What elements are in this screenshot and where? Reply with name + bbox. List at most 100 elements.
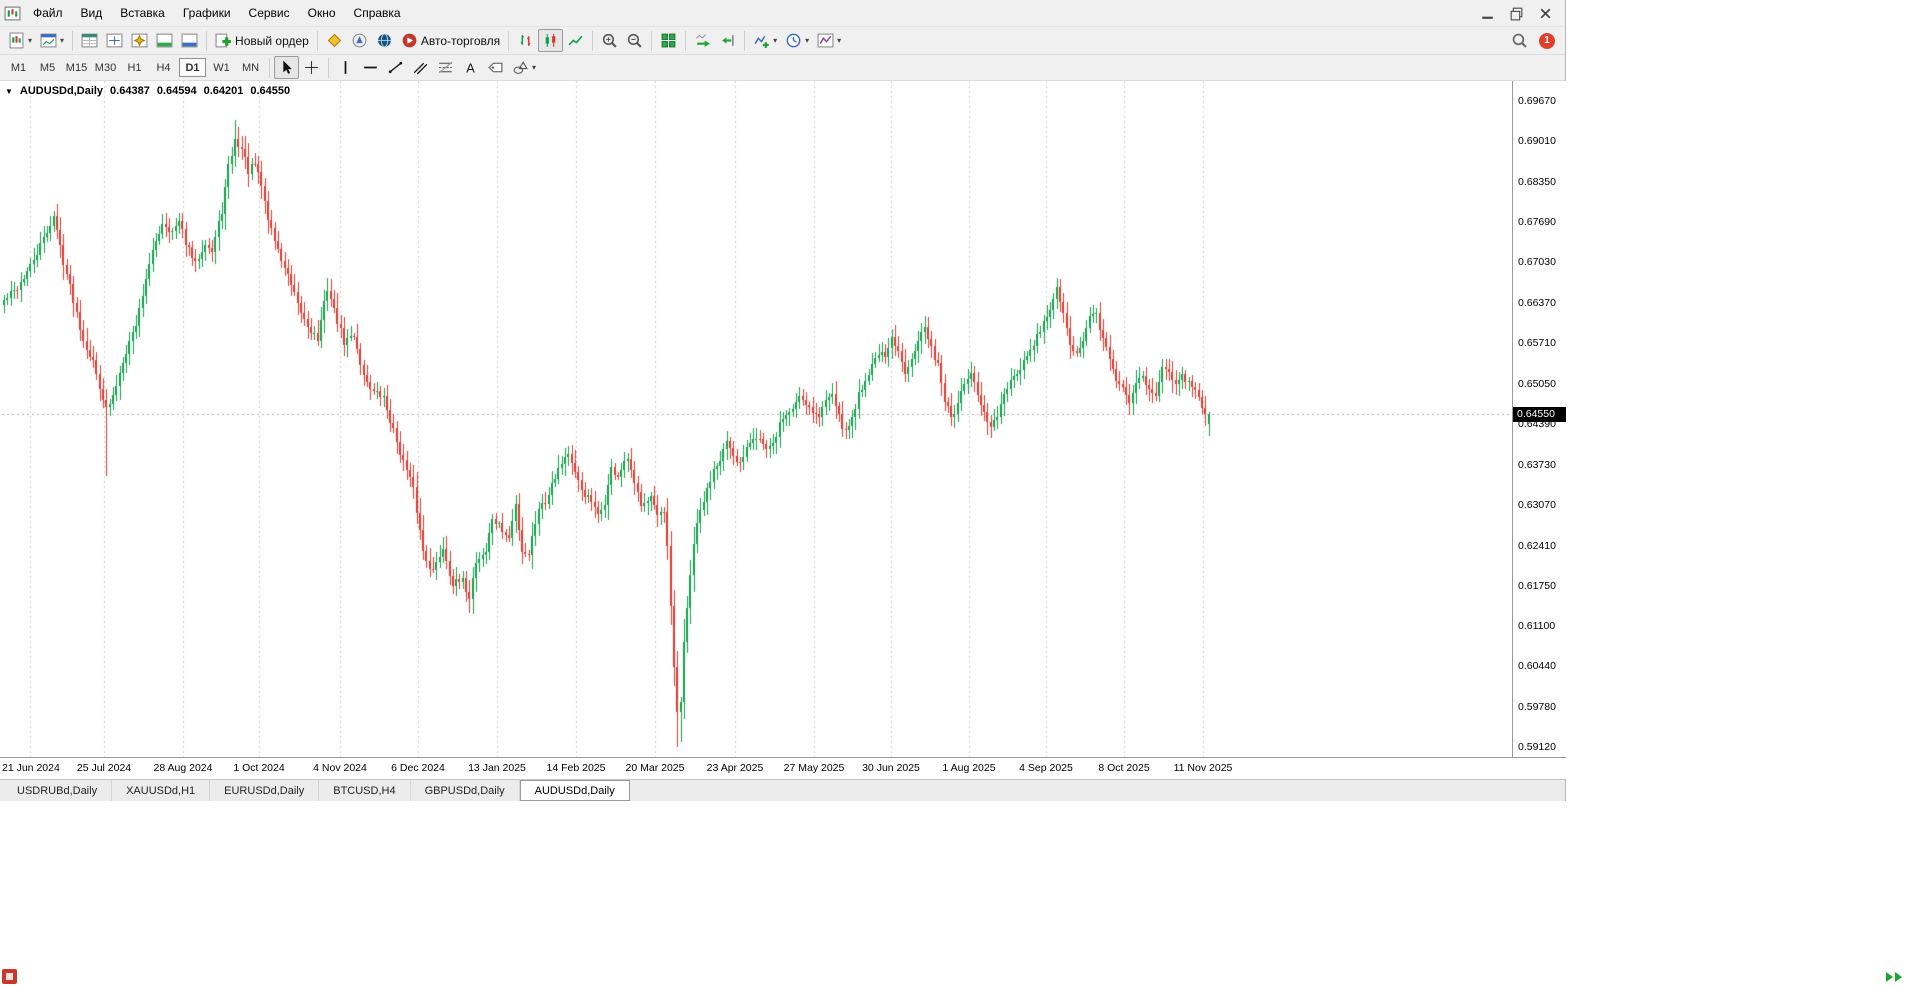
tab-btcusd-h4[interactable]: BTCUSD,H4 xyxy=(319,780,411,801)
toolbar-right-section: 1 xyxy=(1507,29,1561,52)
cursor-button[interactable] xyxy=(274,56,299,79)
zoom-out-icon xyxy=(626,32,643,49)
menu-insert[interactable]: Вставка xyxy=(111,2,174,24)
chart-toolbar: M1 M5 M15 M30 H1 H4 D1 W1 MN A ▾ xyxy=(0,55,1565,81)
bars-icon xyxy=(517,32,534,49)
metaeditor-icon xyxy=(326,32,343,49)
toolbar-separator xyxy=(316,30,318,51)
timeframe-w1-button[interactable]: W1 xyxy=(208,58,235,77)
menu-service[interactable]: Сервис xyxy=(240,2,299,24)
channel-button[interactable] xyxy=(408,56,433,79)
toolbar-separator xyxy=(685,30,687,51)
date-axis-label: 6 Dec 2024 xyxy=(391,762,445,774)
shapes-button[interactable]: ▾ xyxy=(508,56,540,79)
terminal-button[interactable] xyxy=(152,29,177,52)
dropdown-arrow-icon[interactable]: ▾ xyxy=(837,36,841,45)
text-label-button[interactable] xyxy=(483,56,508,79)
restore-icon xyxy=(1508,5,1525,22)
tab-usdrubd-daily[interactable]: USDRUBd,Daily xyxy=(3,780,113,801)
svg-text:A: A xyxy=(466,60,475,75)
experts-button[interactable] xyxy=(347,29,372,52)
timeframe-h4-button[interactable]: H4 xyxy=(150,58,177,77)
tab-gbpusdd-daily[interactable]: GBPUSDd,Daily xyxy=(411,780,520,801)
metaeditor-button[interactable] xyxy=(322,29,347,52)
zoom-out-button[interactable] xyxy=(622,29,647,52)
timeframe-mn-button[interactable]: MN xyxy=(237,58,264,77)
menu-charts[interactable]: Графики xyxy=(174,2,240,24)
ohlc-close-value: 0.64550 xyxy=(250,85,291,97)
chart-shift-icon xyxy=(719,32,736,49)
indicators-button[interactable]: ▾ xyxy=(749,29,781,52)
menu-file[interactable]: Файл xyxy=(24,2,72,24)
line-chart-button[interactable] xyxy=(563,29,588,52)
strategy-tester-button[interactable] xyxy=(177,29,202,52)
dropdown-arrow-icon[interactable]: ▾ xyxy=(805,36,809,45)
candlestick-chart-button[interactable] xyxy=(538,29,564,52)
periods-button[interactable]: ▾ xyxy=(781,29,813,52)
tile-windows-button[interactable] xyxy=(656,29,681,52)
menu-view[interactable]: Вид xyxy=(72,2,112,24)
auto-scroll-button[interactable] xyxy=(690,29,715,52)
close-button[interactable] xyxy=(1532,3,1559,23)
collapse-triangle-icon[interactable]: ▼ xyxy=(5,87,13,96)
dropdown-arrow-icon[interactable]: ▾ xyxy=(532,63,536,72)
market-watch-button[interactable] xyxy=(77,29,102,52)
new-order-icon xyxy=(215,32,232,49)
search-button[interactable] xyxy=(1507,29,1532,52)
timeframe-h1-button[interactable]: H1 xyxy=(121,58,148,77)
dropdown-arrow-icon[interactable]: ▾ xyxy=(773,36,777,45)
minimize-button[interactable] xyxy=(1474,3,1501,23)
toolbar-separator xyxy=(744,30,746,51)
tab-eurusdd-daily[interactable]: EURUSDd,Daily xyxy=(210,780,320,801)
bar-chart-button[interactable] xyxy=(513,29,538,52)
data-window-button[interactable] xyxy=(102,29,127,52)
new-chart-button[interactable]: ▾ xyxy=(4,29,36,52)
timeframe-m15-button[interactable]: M15 xyxy=(63,58,90,77)
text-button[interactable]: A xyxy=(458,56,483,79)
horizontal-line-button[interactable] xyxy=(358,56,383,79)
auto-scroll-icon xyxy=(694,32,711,49)
fibonacci-icon xyxy=(437,59,454,76)
timeframe-m30-button[interactable]: M30 xyxy=(92,58,119,77)
templates-button[interactable]: ▾ xyxy=(813,29,845,52)
new-order-button[interactable]: Новый ордер xyxy=(211,29,313,52)
strategy-tester-icon xyxy=(181,32,198,49)
date-axis-label: 20 Mar 2025 xyxy=(625,762,685,774)
zoom-in-button[interactable] xyxy=(597,29,622,52)
crosshair-button[interactable] xyxy=(299,56,324,79)
tab-audusdd-daily[interactable]: AUDUSDd,Daily xyxy=(519,780,630,801)
ohlc-high-value: 0.64594 xyxy=(156,85,197,97)
price-chart-canvas[interactable] xyxy=(2,81,1510,757)
fibonacci-button[interactable] xyxy=(433,56,458,79)
date-axis[interactable]: 21 Jun 2024 25 Jul 2024 28 Aug 2024 1 Oct 2… xyxy=(0,757,1566,779)
profiles-button[interactable]: ▾ xyxy=(36,29,68,52)
restore-button[interactable] xyxy=(1503,3,1530,23)
close-icon xyxy=(1537,5,1554,22)
horizontal-line-icon xyxy=(362,59,379,76)
chart-shift-button[interactable] xyxy=(715,29,740,52)
dropdown-arrow-icon[interactable]: ▾ xyxy=(60,36,64,45)
tab-scroll-arrows-icon[interactable] xyxy=(1886,972,1902,982)
autotrading-button-label: Авто-торговля xyxy=(420,33,501,48)
timeframe-d1-button[interactable]: D1 xyxy=(179,58,206,77)
templates-icon xyxy=(817,32,834,49)
dropdown-arrow-icon[interactable]: ▾ xyxy=(28,36,32,45)
price-axis-label: 0.63730 xyxy=(1518,458,1556,471)
vertical-line-button[interactable] xyxy=(333,56,358,79)
news-button[interactable] xyxy=(372,29,397,52)
trendline-button[interactable] xyxy=(383,56,408,79)
ohlc-open-value: 0.64387 xyxy=(110,85,150,97)
menu-help[interactable]: Справка xyxy=(345,2,410,24)
price-axis-label: 0.65050 xyxy=(1518,377,1556,390)
timeframe-m1-button[interactable]: M1 xyxy=(5,58,32,77)
menu-window[interactable]: Окно xyxy=(299,2,345,24)
shapes-icon xyxy=(512,59,529,76)
taskbar-app-icon[interactable] xyxy=(2,969,17,984)
autotrading-button[interactable]: Авто-торговля xyxy=(397,29,504,52)
navigator-button[interactable] xyxy=(127,29,152,52)
main-menu: Файл Вид Вставка Графики Сервис Окно Справка xyxy=(24,2,410,24)
timeframe-m5-button[interactable]: M5 xyxy=(34,58,61,77)
tab-xauusdd-h1[interactable]: XAUUSDd,H1 xyxy=(112,780,211,801)
text-icon: A xyxy=(462,59,479,76)
notification-badge[interactable]: 1 xyxy=(1539,32,1555,49)
